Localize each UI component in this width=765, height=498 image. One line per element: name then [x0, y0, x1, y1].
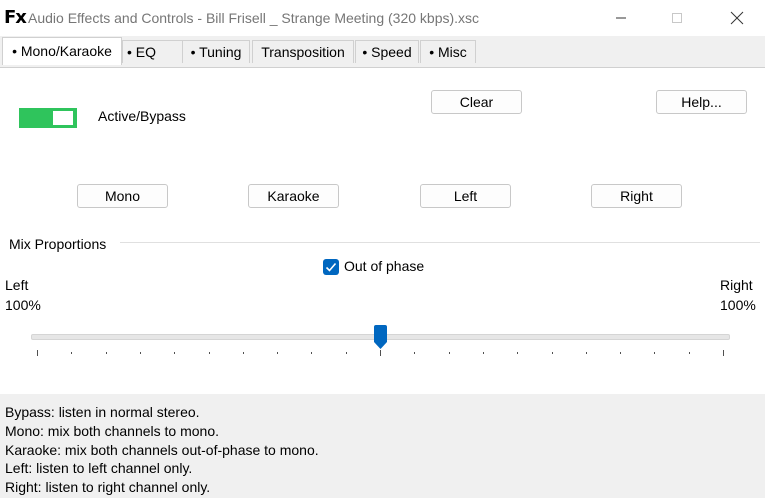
toggle-knob	[53, 111, 73, 125]
left-channel-value: 100%	[5, 297, 41, 313]
slider-tick	[140, 352, 141, 354]
minimize-icon	[616, 17, 626, 19]
slider-tick	[552, 352, 553, 354]
out-of-phase-label: Out of phase	[344, 258, 425, 274]
help-line-karaoke: Karaoke: mix both channels out-of-phase …	[5, 442, 319, 458]
tab-mono-karaoke[interactable]: • Mono/Karaoke	[2, 37, 122, 65]
group-divider	[120, 242, 760, 243]
slider-tick	[346, 352, 347, 354]
slider-tick	[586, 352, 587, 354]
mono-button[interactable]: Mono	[77, 184, 168, 208]
right-channel-value: 100%	[720, 297, 756, 313]
slider-tick	[620, 352, 621, 354]
slider-tick	[174, 352, 175, 354]
slider-tick	[209, 352, 210, 354]
maximize-button[interactable]	[654, 0, 700, 36]
slider-tick	[414, 352, 415, 354]
tab-eq[interactable]: • EQ	[122, 40, 184, 63]
tab-misc[interactable]: • Misc	[420, 40, 476, 63]
close-icon	[730, 11, 744, 25]
help-line-left: Left: listen to left channel only.	[5, 460, 193, 476]
help-text-area: Bypass: listen in normal stereo. Mono: m…	[0, 394, 765, 498]
tab-transposition[interactable]: Transposition	[252, 40, 354, 63]
right-button[interactable]: Right	[591, 184, 682, 208]
mix-slider-thumb[interactable]	[373, 325, 388, 350]
slider-tick	[483, 352, 484, 354]
slider-tick	[106, 352, 107, 354]
slider-tick	[689, 352, 690, 354]
active-bypass-toggle[interactable]	[19, 108, 77, 128]
help-line-bypass: Bypass: listen in normal stereo.	[5, 404, 200, 420]
help-button[interactable]: Help...	[656, 90, 747, 114]
mix-proportions-group-label: Mix Proportions	[9, 236, 107, 252]
clear-button[interactable]: Clear	[431, 90, 522, 114]
tab-speed[interactable]: • Speed	[355, 40, 419, 63]
close-button[interactable]	[714, 0, 760, 36]
help-line-mono: Mono: mix both channels to mono.	[5, 423, 220, 439]
minimize-button[interactable]	[598, 0, 644, 36]
left-button[interactable]: Left	[420, 184, 511, 208]
tab-tuning[interactable]: • Tuning	[182, 40, 250, 63]
out-of-phase-checkbox[interactable]	[323, 259, 339, 275]
slider-tick	[37, 350, 38, 356]
left-channel-label: Left	[5, 277, 29, 293]
mono-karaoke-panel: Active/Bypass Clear Help... Mono Karaoke…	[0, 67, 765, 395]
app-icon: Fx	[4, 7, 27, 28]
slider-tick	[243, 352, 244, 354]
slider-tick	[277, 352, 278, 354]
slider-tick	[71, 352, 72, 354]
title-bar: Fx Audio Effects and Controls - Bill Fri…	[0, 0, 765, 36]
slider-tick	[449, 352, 450, 354]
slider-tick	[380, 350, 381, 356]
slider-tick	[654, 352, 655, 354]
right-channel-label: Right	[720, 277, 753, 293]
slider-tick	[311, 352, 312, 354]
window-title: Audio Effects and Controls - Bill Frisel…	[28, 10, 480, 26]
help-line-right: Right: listen to right channel only.	[5, 479, 211, 495]
slider-tick	[723, 350, 724, 356]
karaoke-button[interactable]: Karaoke	[248, 184, 339, 208]
checkmark-icon	[325, 262, 337, 272]
tab-bar: • Mono/Karaoke • EQ • Tuning Transpositi…	[0, 36, 765, 68]
active-bypass-label: Active/Bypass	[98, 108, 186, 124]
maximize-icon	[672, 13, 682, 23]
slider-tick	[517, 352, 518, 354]
